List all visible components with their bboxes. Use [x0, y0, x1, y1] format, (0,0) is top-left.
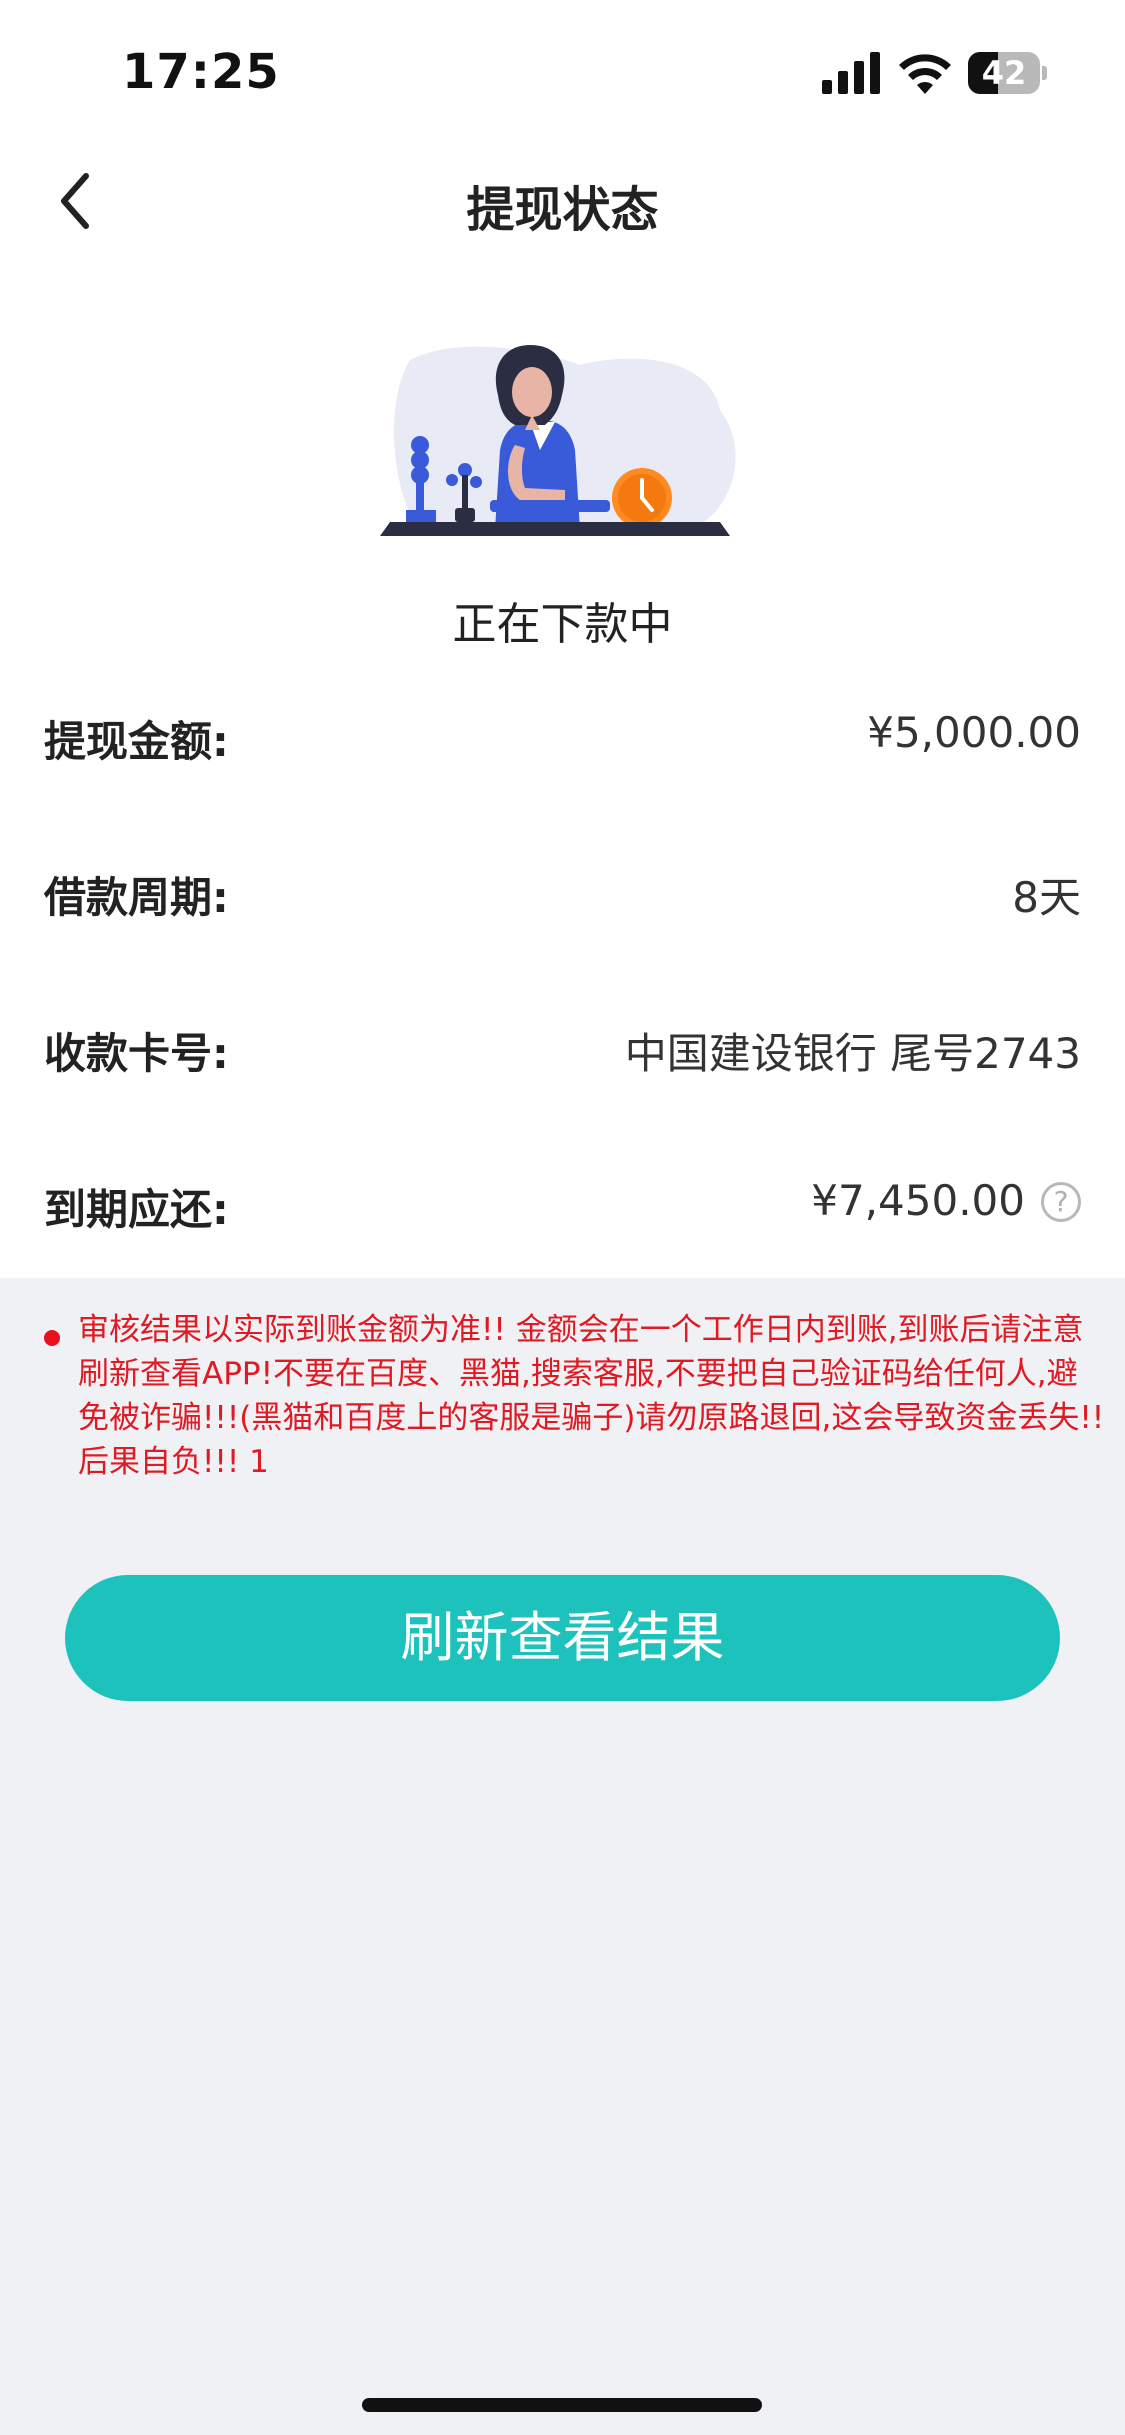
- help-icon[interactable]: ?: [1041, 1182, 1081, 1222]
- card-label: 收款卡号:: [44, 1029, 229, 1078]
- amount-label: 提现金额:: [44, 717, 229, 766]
- due-value: ¥7,450.00: [811, 1176, 1025, 1225]
- card-value: 中国建设银行 尾号2743: [624, 1029, 1081, 1078]
- wifi-icon: [899, 54, 951, 94]
- page-title: 提现状态: [466, 182, 659, 238]
- status-time: 17:25: [122, 44, 280, 100]
- warning-dot-icon: [44, 1330, 60, 1346]
- status-bar: 17:25 42: [0, 0, 1125, 150]
- battery-icon: 42: [968, 52, 1048, 94]
- navigation-bar: 提现状态: [0, 150, 1125, 250]
- refresh-results-button[interactable]: 刷新查看结果: [65, 1575, 1060, 1701]
- detail-row-due: 到期应还: ¥7,450.00 ?: [0, 1162, 1125, 1242]
- cellular-signal-icon: [822, 52, 880, 94]
- home-indicator: [362, 2398, 762, 2412]
- detail-row-amount: 提现金额: ¥5,000.00: [0, 694, 1125, 774]
- period-label: 借款周期:: [44, 873, 229, 922]
- waiting-illustration: [380, 345, 736, 536]
- detail-row-period: 借款周期: 8天: [0, 850, 1125, 930]
- period-value: 8天: [1012, 873, 1081, 922]
- warning-notice-text: 审核结果以实际到账金额为准!! 金额会在一个工作日内到账,到账后请注意刷新查看A…: [78, 1312, 1105, 1480]
- due-label: 到期应还:: [44, 1185, 229, 1234]
- withdrawal-status-text: 正在下款中: [452, 599, 673, 650]
- amount-value: ¥5,000.00: [867, 708, 1081, 757]
- detail-row-card: 收款卡号: 中国建设银行 尾号2743: [0, 1006, 1125, 1086]
- battery-level-text: 42: [981, 54, 1027, 92]
